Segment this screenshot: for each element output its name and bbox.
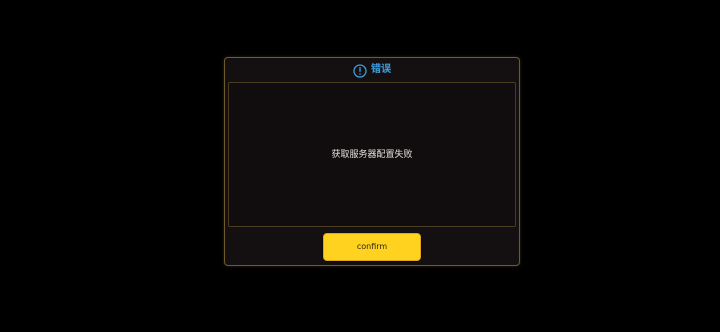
dialog-header: 错误 (225, 58, 519, 82)
error-message: 获取服务器配置失败 (331, 149, 413, 160)
screen-background: 错误 获取服务器配置失败 confirm (0, 0, 720, 332)
message-panel: 获取服务器配置失败 (228, 82, 516, 227)
confirm-button[interactable]: confirm (323, 233, 421, 261)
dialog-title: 错误 (371, 64, 391, 75)
alert-circle-icon (353, 63, 367, 78)
error-dialog: 错误 获取服务器配置失败 confirm (224, 57, 520, 266)
